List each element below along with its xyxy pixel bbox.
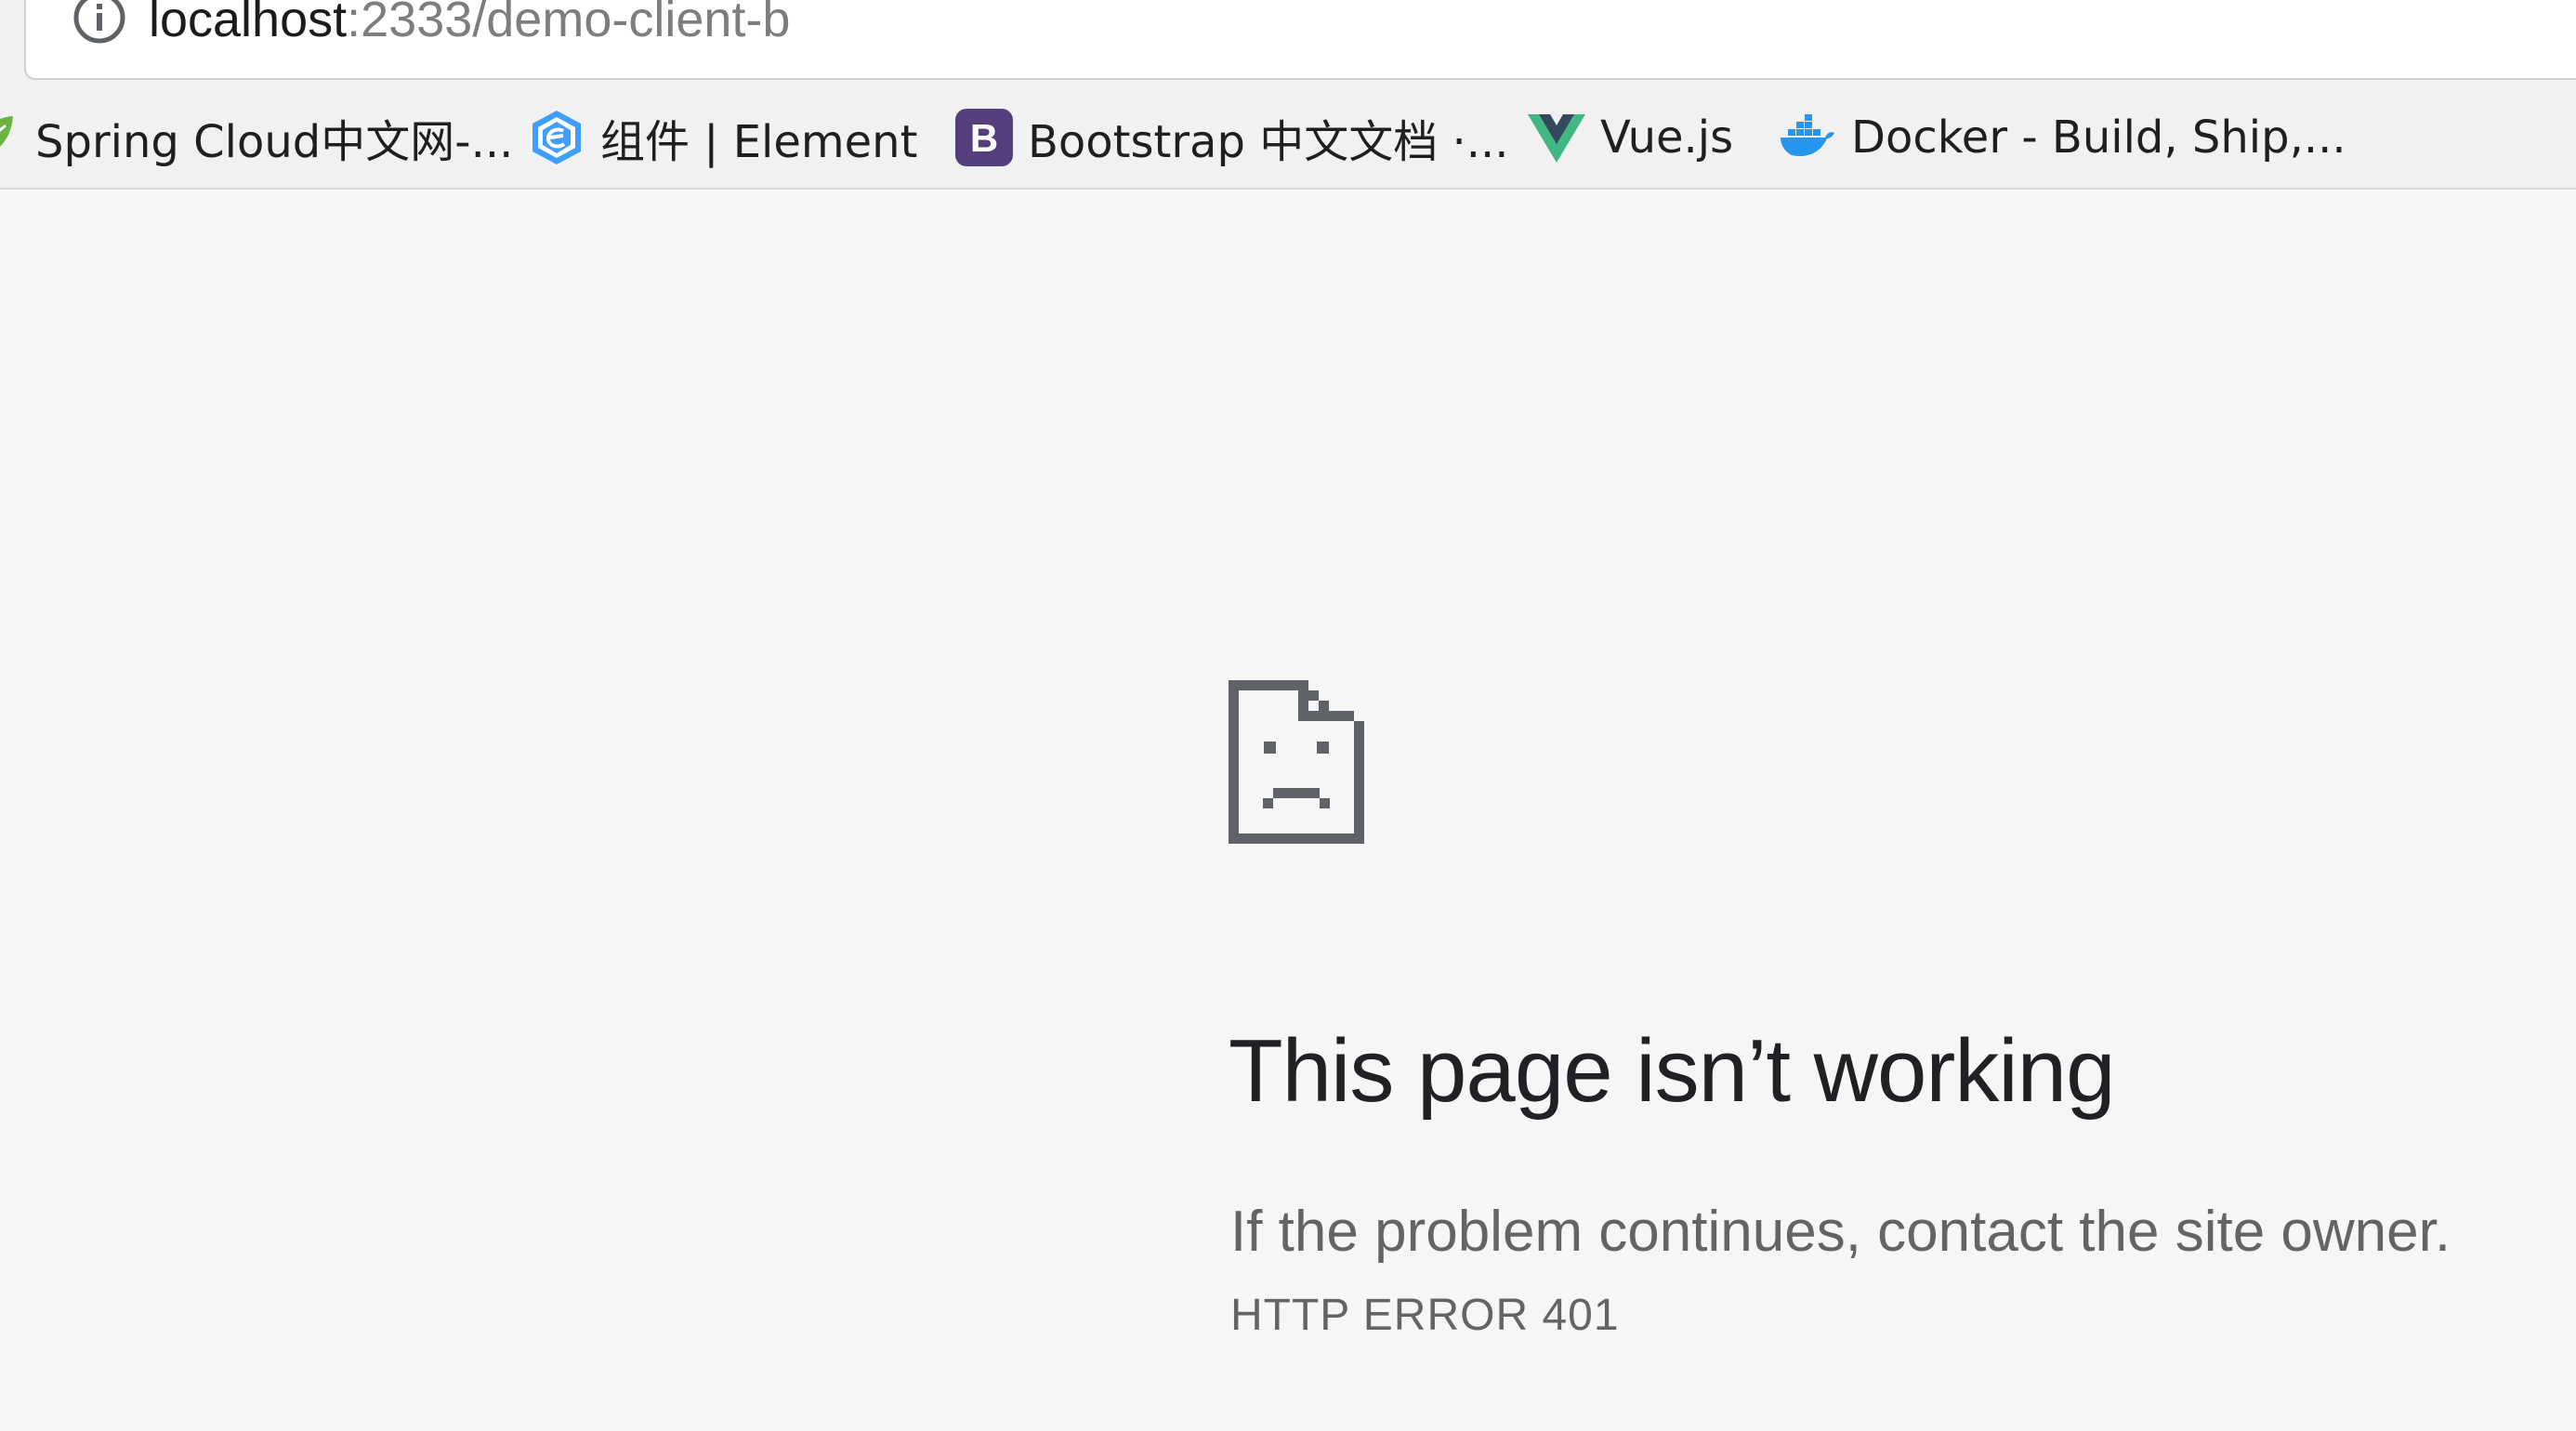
browser-chrome: localhost:2333/demo-client-b Spring Clou… [0, 0, 2576, 190]
bookmark-label: Vue.js [1600, 112, 1734, 164]
bootstrap-b-icon: B [955, 109, 1013, 166]
bookmark-element[interactable]: 组件 | Element [528, 100, 917, 175]
element-hexagon-icon [532, 111, 581, 164]
spring-leaf-icon [0, 116, 13, 147]
bookmark-bootstrap[interactable]: B Bootstrap 中文文档 ·... [955, 100, 1508, 175]
bookmarks-bar: Spring Cloud中文网-... 组件 | Element B Boots… [0, 100, 2576, 175]
error-code: HTTP ERROR 401 [1230, 1291, 1620, 1340]
error-title: This page isn’t working [1229, 1021, 2115, 1121]
bookmark-label: Docker - Build, Ship,... [1851, 112, 2346, 164]
bookmark-label: 组件 | Element [600, 116, 918, 168]
bookmark-vue[interactable]: Vue.js [1528, 100, 1733, 175]
error-detail: If the problem continues, contact the si… [1230, 1200, 2451, 1264]
url-host: localhost [149, 0, 348, 47]
vue-v-icon [1528, 114, 1585, 163]
address-bar[interactable]: localhost:2333/demo-client-b [24, 0, 2576, 80]
info-circle-icon[interactable] [72, 0, 126, 45]
url-text[interactable]: localhost:2333/demo-client-b [149, 0, 790, 52]
bookmark-label: Spring Cloud中文网-... [35, 116, 514, 168]
url-path: :2333/demo-client-b [347, 0, 791, 47]
bookmark-docker[interactable]: Docker - Build, Ship,... [1779, 100, 2346, 175]
docker-whale-icon [1781, 114, 1834, 157]
svg-text:B: B [970, 116, 998, 160]
bookmark-spring-cloud[interactable]: Spring Cloud中文网-... [0, 100, 513, 175]
sad-document-icon [1229, 680, 1364, 844]
bookmark-label: Bootstrap 中文文档 ·... [1028, 116, 1509, 168]
